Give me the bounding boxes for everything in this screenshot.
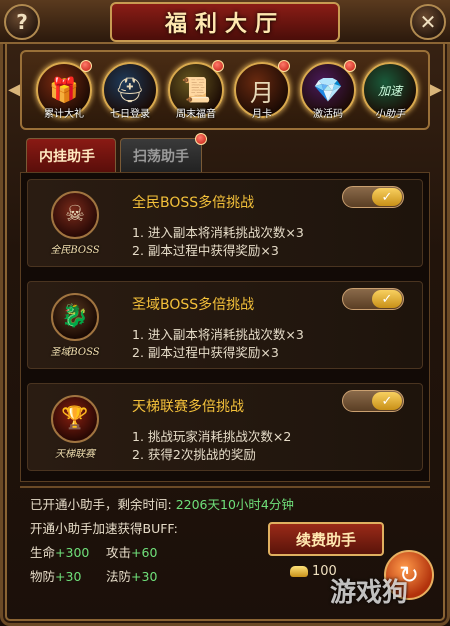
stat-magic-def: 法防+30 — [106, 566, 157, 585]
strip-item-caption: 激活码 — [313, 109, 343, 120]
remaining-label: 已开通小助手，剩余时间: — [30, 497, 172, 512]
card-title: 圣域BOSS多倍挑战 — [132, 297, 255, 313]
strip-item-login[interactable]: ⛑ 七日登录 — [102, 62, 158, 120]
strip-item-month-card[interactable]: 月 月卡 — [234, 60, 290, 120]
notification-dot — [195, 133, 207, 145]
card-title: 天梯联赛多倍挑战 — [132, 399, 244, 415]
stat-value: +30 — [131, 569, 158, 584]
stat-phys-def: 物防+30 — [30, 566, 81, 585]
close-icon: ✕ — [419, 10, 437, 34]
notification-dot — [278, 60, 290, 72]
divider — [20, 486, 430, 488]
gold-ingot-icon — [290, 566, 308, 577]
tab-label: 内挂助手 — [39, 148, 95, 165]
card-desc-line: 1. 进入副本将消耗挑战次数×3 — [132, 327, 304, 342]
title-plaque: 福利大厅 — [110, 2, 340, 42]
emblem-label: 天梯联赛 — [55, 448, 95, 460]
tab-label: 扫荡助手 — [133, 148, 189, 165]
list-item: ☠ 全民BOSS 全民BOSS多倍挑战 1. 进入副本将消耗挑战次数×3 2. … — [27, 179, 423, 267]
checkmark-icon: ✓ — [372, 188, 402, 206]
stat-value: +300 — [55, 545, 90, 560]
enable-toggle[interactable]: ✓ — [342, 390, 404, 412]
stat-hp: 生命+300 — [30, 542, 89, 561]
feature-icon-strip: 🎁 累计大礼 ⛑ 七日登录 📜 周末福音 月 月卡 💎 激活码 加速 小助手 — [20, 50, 430, 130]
scroll-right-arrow-icon[interactable]: ▶ — [428, 80, 442, 100]
card-desc-line: 1. 挑战玩家消耗挑战次数×2 — [132, 429, 292, 444]
strip-item-code[interactable]: 💎 激活码 — [300, 60, 356, 120]
helper-card-icon: 加速 — [377, 83, 402, 98]
renew-button-label: 续费助手 — [295, 530, 356, 549]
enable-toggle[interactable]: ✓ — [342, 288, 404, 310]
card-emblem: 🏆 天梯联赛 — [40, 392, 110, 462]
stat-name: 物防 — [30, 569, 56, 584]
stat-name: 攻击 — [106, 545, 132, 560]
notification-dot — [212, 60, 224, 72]
card-desc-line: 2. 副本过程中获得奖励×3 — [132, 243, 279, 258]
card-title: 全民BOSS多倍挑战 — [132, 195, 255, 211]
enable-toggle[interactable]: ✓ — [342, 186, 404, 208]
list-item: 🐉 圣域BOSS 圣域BOSS多倍挑战 1. 进入副本将消耗挑战次数×3 2. … — [27, 281, 423, 369]
buff-label: 开通小助手加速获得BUFF: — [30, 521, 178, 536]
notification-dot — [80, 60, 92, 72]
helper-list: ☠ 全民BOSS 全民BOSS多倍挑战 1. 进入副本将消耗挑战次数×3 2. … — [20, 172, 430, 482]
close-button[interactable]: ✕ — [410, 4, 446, 40]
stat-name: 生命 — [30, 545, 56, 560]
strip-item-caption: 月卡 — [252, 109, 272, 120]
site-watermark: 游戏狗 — [330, 578, 409, 608]
title-bar: ? 福利大厅 ✕ — [0, 0, 450, 44]
emblem-label: 全民BOSS — [50, 244, 100, 256]
warrior-helmet-icon: ⛑ — [114, 76, 146, 104]
stat-value: +60 — [131, 545, 158, 560]
strip-item-caption: 累计大礼 — [44, 109, 84, 120]
tab-sweep-helper[interactable]: 扫荡助手 — [120, 133, 207, 172]
checkmark-icon: ✓ — [372, 290, 402, 308]
dragon-head-icon: 🐉 — [51, 292, 99, 341]
gift-box-icon: 🎁 — [49, 76, 79, 104]
card-desc-line: 1. 进入副本将消耗挑战次数×3 — [132, 225, 304, 240]
card-desc-line: 2. 获得2次挑战的奖励 — [132, 447, 256, 462]
emblem-label: 圣域BOSS — [50, 346, 100, 358]
card-desc-line: 2. 副本过程中获得奖励×3 — [132, 345, 279, 360]
demon-skull-icon: ☠ — [51, 190, 99, 239]
list-item: 🏆 天梯联赛 天梯联赛多倍挑战 1. 挑战玩家消耗挑战次数×2 2. 获得2次挑… — [27, 383, 423, 471]
tab-auto-helper[interactable]: 内挂助手 — [26, 138, 116, 172]
help-icon: ? — [16, 10, 28, 34]
strip-item-caption: 周末福音 — [176, 109, 216, 120]
remaining-time-line: 已开通小助手，剩余时间: 2206天10小时4分钟 — [30, 494, 294, 513]
page-title: 福利大厅 — [164, 11, 285, 37]
scroll-icon: 📜 — [181, 76, 211, 104]
month-card-icon: 月 — [250, 78, 274, 107]
stat-value: +30 — [55, 569, 82, 584]
crystal-icon: 💎 — [313, 76, 343, 104]
renew-helper-button[interactable]: 续费助手 — [268, 522, 384, 556]
card-emblem: 🐉 圣域BOSS — [40, 290, 110, 360]
card-emblem: ☠ 全民BOSS — [40, 188, 110, 258]
strip-item-gift[interactable]: 🎁 累计大礼 — [36, 60, 92, 120]
strip-item-caption: 七日登录 — [110, 109, 150, 120]
strip-item-caption: 小助手 — [375, 109, 405, 120]
trophy-icon: 🏆 — [51, 394, 99, 443]
checkmark-icon: ✓ — [372, 392, 402, 410]
remaining-time-value: 2206天10小时4分钟 — [175, 497, 294, 512]
strip-item-weekend[interactable]: 📜 周末福音 — [168, 60, 224, 120]
stat-name: 法防 — [106, 569, 132, 584]
notification-dot — [344, 60, 356, 72]
stat-attack: 攻击+60 — [106, 542, 157, 561]
help-button[interactable]: ? — [4, 4, 40, 40]
strip-item-helper[interactable]: 加速 小助手 — [362, 62, 418, 120]
